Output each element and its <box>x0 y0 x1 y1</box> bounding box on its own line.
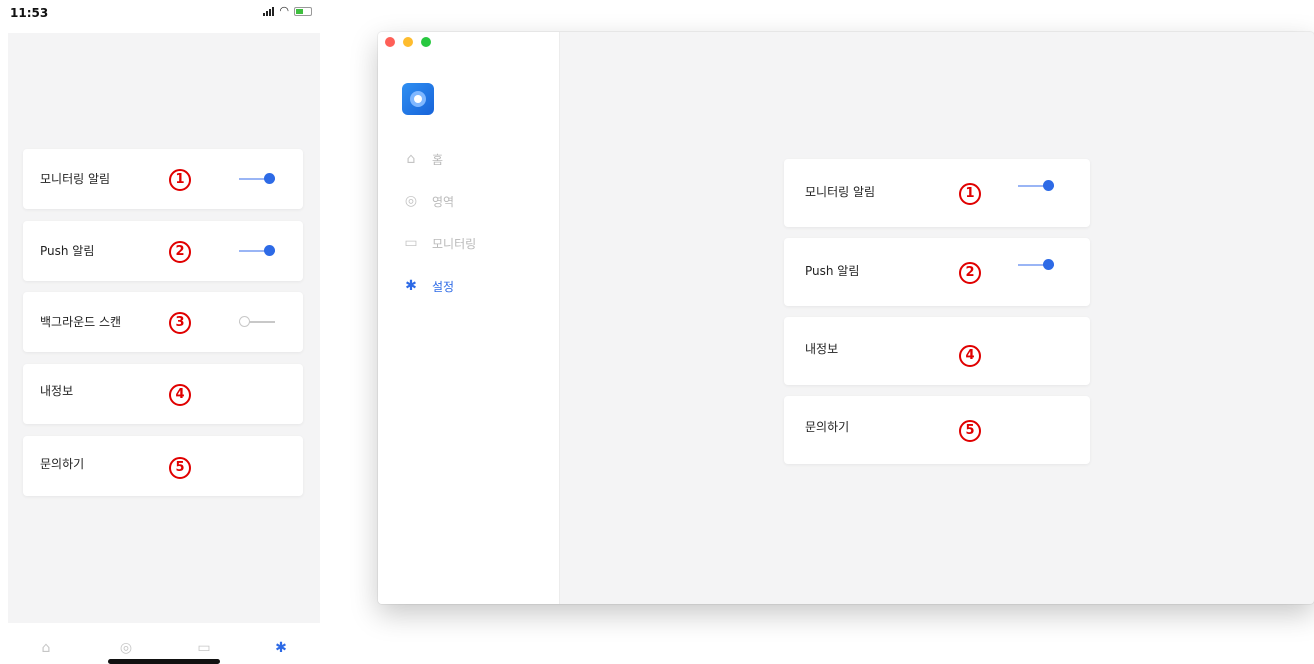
home-indicator <box>108 659 220 664</box>
home-icon[interactable]: ⌂ <box>36 639 56 657</box>
status-icons: ◠ <box>263 4 312 17</box>
cast-icon[interactable]: ▭ <box>194 639 214 657</box>
status-time: 11:53 <box>10 6 49 20</box>
app-logo <box>402 83 434 115</box>
status-bar: 11:53 ◠ <box>0 0 330 30</box>
home-icon: ⌂ <box>406 151 416 167</box>
setting-background-scan[interactable]: 백그라운드 스캔 3 <box>23 292 303 352</box>
setting-label: 모니터링 알림 <box>40 172 111 186</box>
setting-label: 문의하기 <box>40 457 85 471</box>
background-scan-toggle[interactable] <box>239 315 275 329</box>
sidebar-item-label: 설정 <box>432 279 455 294</box>
annotation-marker: 4 <box>169 384 191 406</box>
annotation-marker: 3 <box>169 312 191 334</box>
gear-icon[interactable]: ✱ <box>271 639 291 657</box>
sidebar-item-area[interactable]: ◎ 영역 <box>402 190 542 212</box>
setting-label: Push 알림 <box>805 264 860 278</box>
annotation-marker: 5 <box>169 457 191 479</box>
setting-label: Push 알림 <box>40 244 95 258</box>
gear-icon: ✱ <box>405 278 417 294</box>
setting-label: 문의하기 <box>805 420 850 434</box>
sidebar: ⌂ 홈 ◎ 영역 ▭ 모니터링 ✱ 설정 <box>378 32 560 604</box>
mobile-settings-panel: 모니터링 알림 1 Push 알림 2 백그라운드 스캔 3 내정보 4 문의하… <box>8 33 320 623</box>
radar-icon: ◎ <box>404 193 418 209</box>
push-alert-toggle[interactable] <box>1018 258 1054 272</box>
setting-push-alert[interactable]: Push 알림 2 <box>23 221 303 281</box>
annotation-marker: 2 <box>169 241 191 263</box>
sidebar-item-monitoring[interactable]: ▭ 모니터링 <box>402 232 542 254</box>
signal-icon <box>263 6 275 16</box>
cast-icon: ▭ <box>404 235 418 251</box>
setting-my-info[interactable]: 내정보 4 <box>784 317 1090 385</box>
setting-label: 내정보 <box>40 384 74 398</box>
desktop-window: ⌂ 홈 ◎ 영역 ▭ 모니터링 ✱ 설정 모니터링 알림 1 Push 알림 2… <box>378 32 1314 604</box>
setting-label: 모니터링 알림 <box>805 185 876 199</box>
setting-contact[interactable]: 문의하기 5 <box>784 396 1090 464</box>
setting-my-info[interactable]: 내정보 4 <box>23 364 303 424</box>
sidebar-item-settings[interactable]: ✱ 설정 <box>402 275 542 297</box>
sidebar-item-home[interactable]: ⌂ 홈 <box>402 148 542 170</box>
sidebar-item-label: 모니터링 <box>432 236 477 251</box>
setting-label: 백그라운드 스캔 <box>40 315 122 329</box>
setting-push-alert[interactable]: Push 알림 2 <box>784 238 1090 306</box>
minimize-window-button[interactable] <box>403 37 413 47</box>
monitoring-alert-toggle[interactable] <box>239 172 275 186</box>
annotation-marker: 5 <box>959 420 981 442</box>
setting-label: 내정보 <box>805 342 839 356</box>
radar-icon[interactable]: ◎ <box>116 639 136 657</box>
setting-monitoring-alert[interactable]: 모니터링 알림 1 <box>23 149 303 209</box>
push-alert-toggle[interactable] <box>239 244 275 258</box>
maximize-window-button[interactable] <box>421 37 431 47</box>
battery-icon <box>294 6 312 16</box>
close-window-button[interactable] <box>385 37 395 47</box>
tab-bar: ⌂ ◎ ▭ ✱ <box>8 623 320 664</box>
monitoring-alert-toggle[interactable] <box>1018 179 1054 193</box>
mobile-screen: 11:53 ◠ 모니터링 알림 1 Push 알림 2 백그라운드 스캔 3 내… <box>0 0 330 664</box>
setting-contact[interactable]: 문의하기 5 <box>23 436 303 496</box>
annotation-marker: 1 <box>169 169 191 191</box>
annotation-marker: 2 <box>959 262 981 284</box>
annotation-marker: 1 <box>959 183 981 205</box>
annotation-marker: 4 <box>959 345 981 367</box>
sidebar-item-label: 홈 <box>432 152 444 167</box>
sidebar-item-label: 영역 <box>432 194 455 209</box>
setting-monitoring-alert[interactable]: 모니터링 알림 1 <box>784 159 1090 227</box>
wifi-icon: ◠ <box>279 4 289 17</box>
